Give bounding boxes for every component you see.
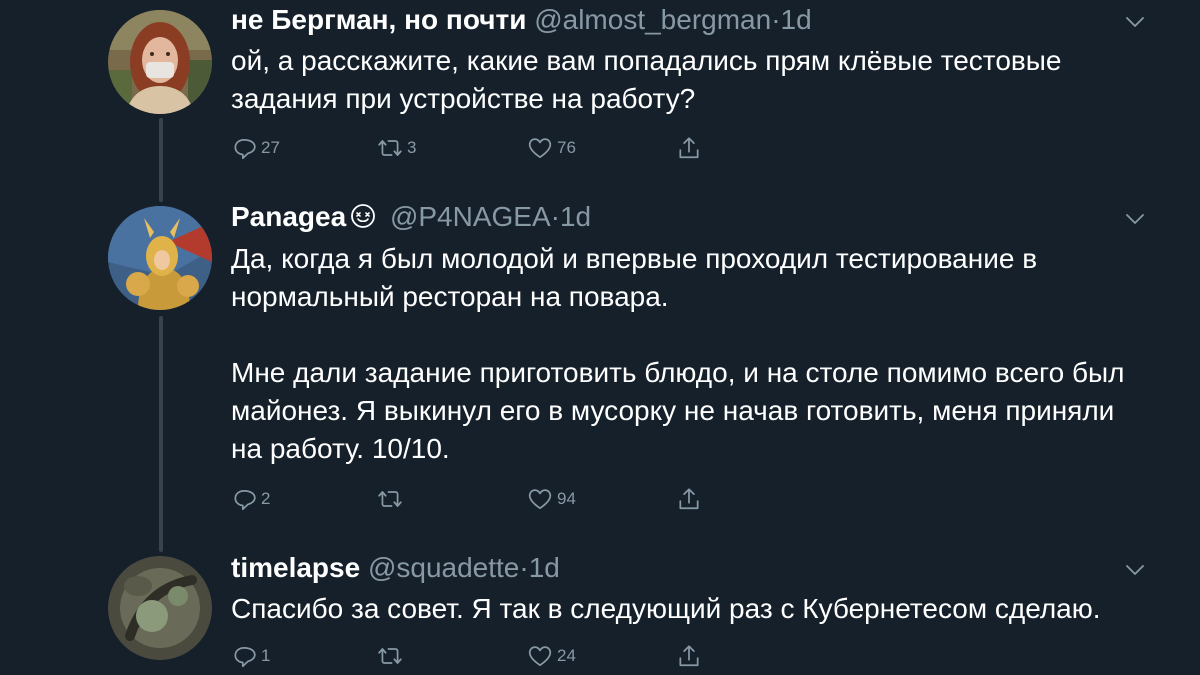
reply-button[interactable]: 27	[231, 135, 280, 161]
emoji-badge-icon	[351, 204, 376, 228]
retweet-button[interactable]	[377, 486, 407, 512]
share-button[interactable]	[676, 135, 702, 161]
share-icon	[676, 486, 702, 512]
timestamp[interactable]: 1d	[781, 4, 812, 35]
reply-count: 2	[261, 489, 271, 508]
like-count: 76	[557, 138, 576, 157]
display-name[interactable]: не Бергман, но почти	[231, 4, 526, 35]
like-button[interactable]: 24	[527, 643, 576, 669]
share-icon	[676, 135, 702, 161]
share-icon	[676, 643, 702, 669]
user-handle[interactable]: @almost_bergman	[534, 4, 771, 35]
tweet-header: не Бергман, но почти @almost_bergman·1d	[231, 3, 812, 37]
tweet-actions: 2 94	[231, 486, 711, 512]
like-count: 24	[557, 646, 576, 665]
retweet-icon	[377, 135, 403, 161]
avatar[interactable]	[108, 10, 212, 114]
tweet-text: Спасибо за совет. Я так в следующий раз …	[231, 590, 1151, 628]
tweet-actions: 1 24	[231, 643, 711, 669]
reply-count: 1	[261, 646, 271, 665]
tweet-actions: 27 3 76	[231, 135, 711, 161]
timestamp[interactable]: 1d	[529, 552, 560, 583]
tweet-paragraph: Мне дали задание приготовить блюдо, и на…	[231, 357, 1125, 464]
reply-button[interactable]: 2	[231, 486, 270, 512]
tweet-text: Да, когда я был молодой и впервые проход…	[231, 240, 1151, 468]
retweet-button[interactable]	[377, 643, 407, 669]
chevron-down-icon[interactable]	[1124, 15, 1146, 29]
reply-icon	[231, 135, 257, 161]
user-handle[interactable]: @squadette	[368, 552, 519, 583]
reply-button[interactable]: 1	[231, 643, 270, 669]
avatar[interactable]	[108, 556, 212, 660]
tweet-header: timelapse @squadette·1d	[231, 551, 560, 585]
like-icon	[527, 135, 553, 161]
separator-dot: ·	[550, 201, 560, 232]
display-name[interactable]: Panagea	[231, 201, 346, 232]
retweet-icon	[377, 486, 403, 512]
share-button[interactable]	[676, 643, 702, 669]
chevron-down-icon[interactable]	[1124, 563, 1146, 577]
tweet-paragraph: ой, а расскажите, какие вам попадались п…	[231, 45, 1062, 114]
retweet-count: 3	[407, 138, 417, 157]
tweet-header: Panagea @P4NAGEA·1d	[231, 200, 591, 234]
tweet-paragraph: Да, когда я был молодой и впервые проход…	[231, 243, 1038, 312]
avatar[interactable]	[108, 206, 212, 310]
like-button[interactable]: 76	[527, 135, 576, 161]
chevron-down-icon[interactable]	[1124, 212, 1146, 226]
like-icon	[527, 643, 553, 669]
separator-dot: ·	[771, 4, 781, 35]
display-name[interactable]: timelapse	[231, 552, 360, 583]
like-count: 94	[557, 489, 576, 508]
reply-icon	[231, 643, 257, 669]
tweet-paragraph: Спасибо за совет. Я так в следующий раз …	[231, 593, 1101, 624]
share-button[interactable]	[676, 486, 702, 512]
user-handle[interactable]: @P4NAGEA	[390, 201, 551, 232]
separator-dot: ·	[519, 552, 529, 583]
thread-line	[159, 118, 163, 202]
retweet-icon	[377, 643, 403, 669]
reply-icon	[231, 486, 257, 512]
like-icon	[527, 486, 553, 512]
tweet-text: ой, а расскажите, какие вам попадались п…	[231, 42, 1151, 118]
retweet-button[interactable]: 3	[377, 135, 416, 161]
timestamp[interactable]: 1d	[560, 201, 591, 232]
like-button[interactable]: 94	[527, 486, 576, 512]
reply-count: 27	[261, 138, 280, 157]
thread-line	[159, 316, 163, 552]
